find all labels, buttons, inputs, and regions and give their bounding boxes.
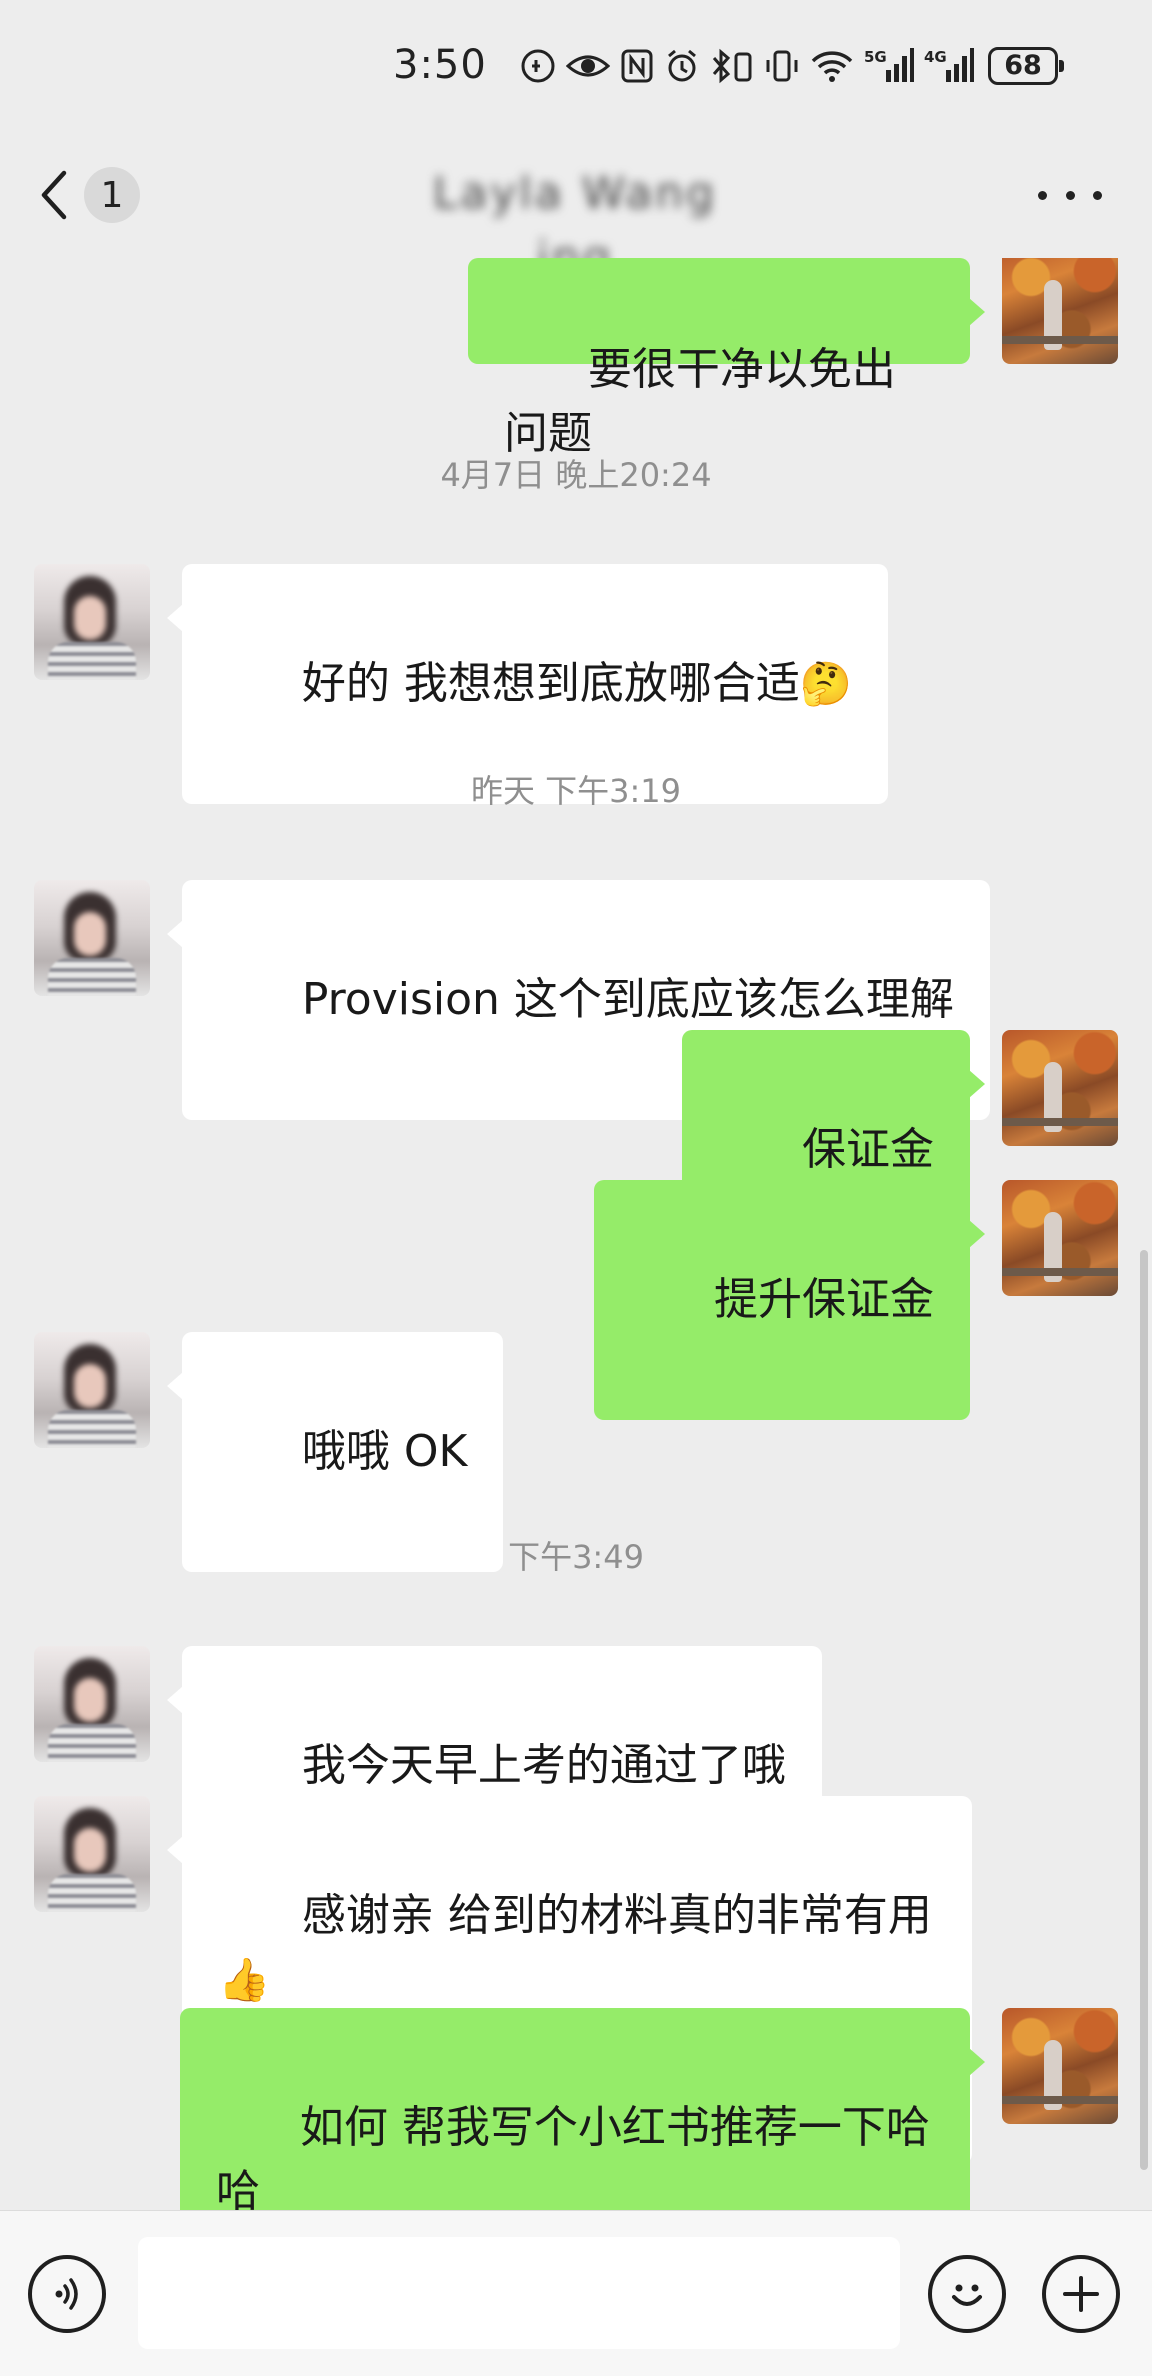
svg-text:4G: 4G — [924, 48, 947, 66]
avatar-self[interactable] — [1002, 1180, 1118, 1296]
scrollbar[interactable] — [1140, 1250, 1148, 2170]
voice-icon — [55, 2278, 78, 2310]
message-text: 如何 帮我写个小红书推荐一下哈哈 — [216, 2102, 930, 2210]
status-bar: 3:50 5G 4G 68 — [0, 0, 1152, 132]
message-text: 我今天早上考的通过了哦 — [301, 1740, 786, 1791]
back-button[interactable]: 1 — [38, 160, 158, 230]
contact-name: Layla Wang ing — [432, 168, 718, 283]
eye-icon — [566, 55, 610, 77]
wifi-icon — [811, 51, 853, 82]
status-time: 3:50 — [393, 42, 487, 88]
message-text: 要很干净以免出问题 — [504, 344, 896, 459]
thumbs-up-emoji: 👍 — [218, 1955, 271, 2004]
input-bar — [0, 2210, 1152, 2376]
unread-count-badge: 1 — [84, 167, 140, 223]
vibrate-icon — [766, 50, 798, 82]
message-text: 提升保证金 — [714, 1274, 934, 1325]
avatar-contact[interactable] — [34, 880, 150, 996]
signal-4g-icon: 4G — [924, 48, 974, 82]
plus-icon — [1063, 2276, 1099, 2312]
message-bubble-self[interactable]: 提升保证金 — [594, 1180, 985, 1420]
battery-level: 68 — [1004, 50, 1042, 81]
alarm-icon — [668, 49, 696, 82]
data-saver-icon — [521, 49, 555, 83]
thinking-face-emoji: 🤔 — [799, 659, 853, 708]
bluetooth-icon — [712, 48, 752, 84]
plus-button[interactable] — [1042, 2255, 1120, 2333]
avatar-contact[interactable] — [34, 1646, 150, 1762]
message-text: 哦哦 OK — [301, 1426, 468, 1477]
emoji-icon — [952, 2284, 982, 2306]
voice-button[interactable] — [28, 2255, 106, 2333]
message-timestamp: 昨天 下午3:19 — [470, 772, 682, 810]
battery-icon: 68 — [988, 47, 1064, 85]
more-dot — [1093, 190, 1102, 200]
message-timestamp: 下午3:49 — [508, 1538, 644, 1576]
message-bubble-self[interactable]: 要很干净以免出问题 — [468, 258, 985, 459]
message-text: 保证金 — [802, 1124, 934, 1175]
chat-header: 1 Layla Wang ing — [0, 140, 1152, 283]
message-text: 感谢亲 给到的材料真的非常有用 — [301, 1890, 932, 1941]
avatar-contact[interactable] — [34, 564, 150, 680]
more-button[interactable] — [1038, 180, 1102, 210]
message-input[interactable] — [138, 2237, 900, 2349]
status-icons: 5G 4G 68 — [520, 44, 1064, 88]
avatar-contact[interactable] — [34, 1332, 150, 1448]
avatar-self[interactable] — [1002, 2008, 1118, 2124]
message-timestamp: 4月7日 晚上20:24 — [440, 456, 712, 494]
more-dot — [1038, 190, 1047, 200]
svg-text:5G: 5G — [864, 48, 887, 66]
nfc-icon — [621, 49, 653, 83]
message-text: Provision 这个到底应该怎么理解 — [301, 974, 954, 1025]
chat-screen: 3:50 5G 4G 68 1 Layla Wang ing 要很干净以免出问题 — [0, 0, 1152, 2376]
emoji-button[interactable] — [928, 2255, 1006, 2333]
avatar-self[interactable] — [1002, 258, 1118, 364]
avatar-contact[interactable] — [34, 1796, 150, 1912]
message-text: 好的 我想想到底放哪合适 — [301, 658, 800, 709]
chevron-left-icon — [41, 170, 67, 220]
signal-5g-icon: 5G — [864, 48, 914, 82]
more-dot — [1065, 190, 1075, 200]
message-bubble-self[interactable]: 如何 帮我写个小红书推荐一下哈哈哈 — [180, 2008, 985, 2210]
avatar-self[interactable] — [1002, 1030, 1118, 1146]
message-list[interactable]: 要很干净以免出问题 4月7日 晚上20:24 好的 我想想到底放哪合适🤔 昨天 … — [0, 258, 1152, 2210]
